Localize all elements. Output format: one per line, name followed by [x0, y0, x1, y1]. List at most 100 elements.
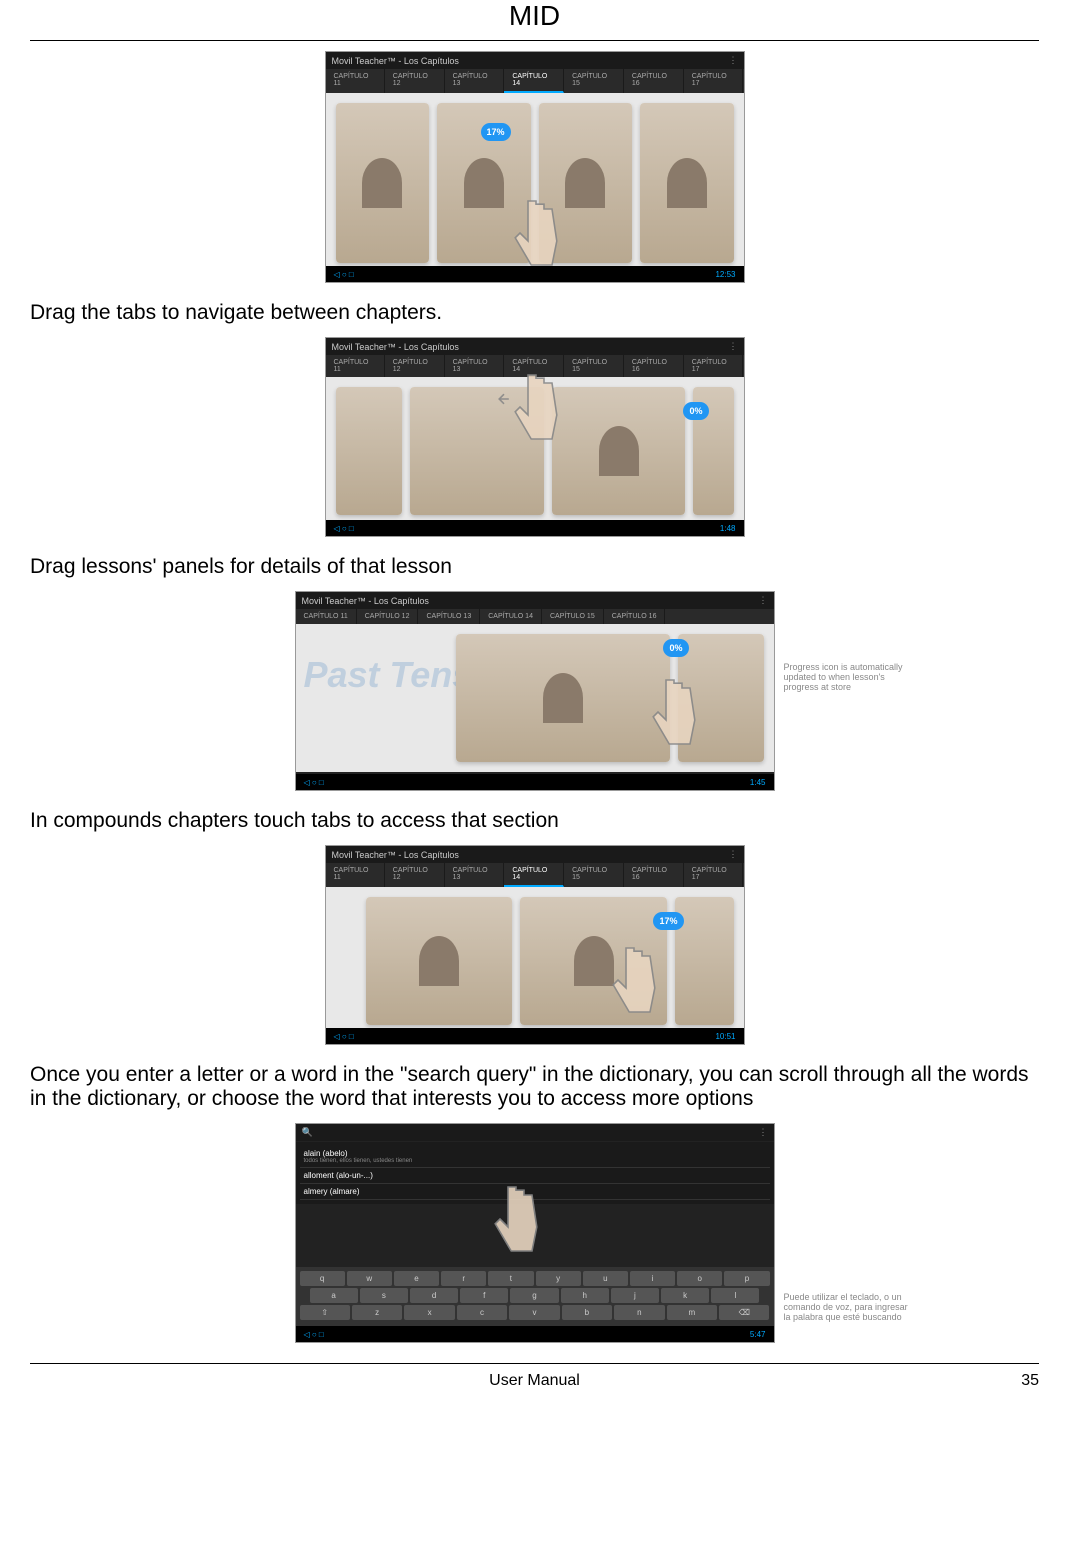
- chapter-tab[interactable]: CAPÍTULO 15: [564, 69, 624, 93]
- kb-key[interactable]: d: [410, 1288, 458, 1303]
- dictionary-item[interactable]: alain (abelo) todos tienen, ellos tienen…: [300, 1146, 770, 1168]
- kb-key[interactable]: b: [562, 1305, 612, 1320]
- chapter-tab[interactable]: CAPÍTULO 16: [624, 355, 684, 377]
- kb-key[interactable]: e: [394, 1271, 439, 1286]
- chapter-tab[interactable]: CAPÍTULO 11: [326, 355, 385, 377]
- android-nav-bar: ◁ ○ □ 10:51: [326, 1028, 744, 1044]
- progress-badge: 0%: [663, 639, 688, 657]
- kb-key[interactable]: a: [310, 1288, 358, 1303]
- android-nav-bar: ◁ ○ □ 5:47: [296, 1326, 774, 1342]
- kb-key[interactable]: m: [667, 1305, 717, 1320]
- lesson-card[interactable]: [336, 103, 430, 263]
- kb-key[interactable]: f: [460, 1288, 508, 1303]
- kb-key[interactable]: c: [457, 1305, 507, 1320]
- lesson-card[interactable]: [675, 897, 734, 1025]
- chapter-tab[interactable]: CAPÍTULO 16: [624, 863, 684, 887]
- nav-icons: ◁ ○ □: [304, 1330, 324, 1339]
- kb-key[interactable]: s: [360, 1288, 408, 1303]
- chapter-tab[interactable]: CAPÍTULO 13: [418, 609, 480, 624]
- kb-backspace-key[interactable]: ⌫: [719, 1305, 769, 1320]
- instruction-text: Once you enter a letter or a word in the…: [30, 1063, 1039, 1111]
- hint-text: Puede utilizar el teclado, o un comando …: [784, 1292, 914, 1322]
- chapter-tab[interactable]: CAPÍTULO 11: [326, 69, 385, 93]
- lesson-cards-area: 0%: [326, 377, 744, 525]
- screenshot-dictionary: 🔍 ⋮ alain (abelo) todos tienen, ellos ti…: [295, 1123, 775, 1343]
- menu-icon: ⋮: [729, 849, 738, 860]
- lesson-detail-area: Past Tense 0%: [296, 624, 774, 772]
- lesson-card[interactable]: [366, 897, 513, 1025]
- kb-key[interactable]: h: [561, 1288, 609, 1303]
- kb-key[interactable]: z: [352, 1305, 402, 1320]
- chapter-tab[interactable]: CAPÍTULO 12: [385, 863, 445, 887]
- chapter-tab[interactable]: CAPÍTULO 14: [480, 609, 542, 624]
- kb-key[interactable]: i: [630, 1271, 675, 1286]
- hint-text: Progress icon is automatically updated t…: [784, 662, 914, 692]
- touch-gesture-icon: [594, 930, 674, 1030]
- chapter-tab[interactable]: CAPÍTULO 17: [684, 355, 744, 377]
- kb-key[interactable]: t: [488, 1271, 533, 1286]
- app-titlebar: Movil Teacher™ - Los Capítulos ⋮: [296, 592, 774, 609]
- chapter-tab[interactable]: CAPÍTULO 12: [385, 69, 445, 93]
- clock: 12:53: [715, 270, 735, 279]
- android-nav-bar: ◁ ○ □ 1:45: [296, 774, 774, 790]
- page-header: MID: [30, 0, 1039, 40]
- chapter-tab[interactable]: CAPÍTULO 15: [564, 863, 624, 887]
- kb-key[interactable]: n: [614, 1305, 664, 1320]
- kb-key[interactable]: y: [536, 1271, 581, 1286]
- page-number: 35: [1021, 1372, 1039, 1390]
- app-titlebar: Movil Teacher™ - Los Capítulos ⋮: [326, 846, 744, 863]
- lesson-cards-area: 17%: [326, 93, 744, 273]
- chapter-tab[interactable]: CAPÍTULO 16: [604, 609, 666, 624]
- screenshot-chapters-1: Movil Teacher™ - Los Capítulos ⋮ CAPÍTUL…: [325, 51, 745, 283]
- kb-shift-key[interactable]: ⇧: [300, 1305, 350, 1320]
- kb-key[interactable]: l: [711, 1288, 759, 1303]
- chapter-tab[interactable]: CAPÍTULO 13: [445, 863, 505, 887]
- clock: 5:47: [750, 1330, 766, 1339]
- app-titlebar: 🔍 ⋮: [296, 1124, 774, 1141]
- chapter-tab[interactable]: CAPÍTULO 16: [624, 69, 684, 93]
- chapter-tab[interactable]: CAPÍTULO 11: [326, 863, 385, 887]
- kb-key[interactable]: q: [300, 1271, 345, 1286]
- android-nav-bar: ◁ ○ □ 1:48: [326, 520, 744, 536]
- chapter-tab[interactable]: CAPÍTULO 17: [684, 69, 744, 93]
- kb-key[interactable]: g: [510, 1288, 558, 1303]
- instruction-text: Drag the tabs to navigate between chapte…: [30, 301, 1039, 325]
- nav-icons: ◁ ○ □: [334, 1032, 354, 1041]
- menu-icon: ⋮: [759, 1127, 768, 1138]
- kb-key[interactable]: x: [404, 1305, 454, 1320]
- kb-key[interactable]: k: [661, 1288, 709, 1303]
- lesson-cards-area: 17%: [326, 887, 744, 1035]
- kb-key[interactable]: j: [611, 1288, 659, 1303]
- kb-key[interactable]: p: [724, 1271, 769, 1286]
- progress-badge: 17%: [653, 912, 683, 930]
- progress-badge: 0%: [683, 402, 708, 420]
- chapter-tab[interactable]: CAPÍTULO 12: [357, 609, 419, 624]
- kb-key[interactable]: v: [509, 1305, 559, 1320]
- lesson-card[interactable]: [640, 103, 734, 263]
- menu-icon: ⋮: [729, 55, 738, 66]
- dict-translation: todos tienen, ellos tienen, ustedes tien…: [304, 1158, 766, 1164]
- instruction-text: In compounds chapters touch tabs to acce…: [30, 809, 1039, 833]
- lesson-card[interactable]: [336, 387, 403, 515]
- kb-key[interactable]: w: [347, 1271, 392, 1286]
- chapter-tab[interactable]: CAPÍTULO 12: [385, 355, 445, 377]
- kb-key[interactable]: u: [583, 1271, 628, 1286]
- chapter-tab[interactable]: CAPÍTULO 14: [504, 69, 564, 93]
- swipe-gesture-icon: [634, 662, 714, 762]
- app-title: Movil Teacher™ - Los Capítulos: [332, 850, 459, 860]
- nav-icons: ◁ ○ □: [334, 270, 354, 279]
- chapter-tabs: CAPÍTULO 11 CAPÍTULO 12 CAPÍTULO 13 CAPÍ…: [296, 609, 774, 624]
- kb-key[interactable]: r: [441, 1271, 486, 1286]
- chapter-tab[interactable]: CAPÍTULO 14: [504, 863, 564, 887]
- scroll-gesture-icon: [476, 1169, 556, 1269]
- kb-key[interactable]: o: [677, 1271, 722, 1286]
- header-divider: [30, 40, 1039, 41]
- clock: 10:51: [715, 1032, 735, 1041]
- chapter-tabs: CAPÍTULO 11 CAPÍTULO 12 CAPÍTULO 13 CAPÍ…: [326, 863, 744, 887]
- chapter-tab[interactable]: CAPÍTULO 15: [542, 609, 604, 624]
- chapter-tab[interactable]: CAPÍTULO 17: [684, 863, 744, 887]
- chapter-tab[interactable]: CAPÍTULO 11: [296, 609, 357, 624]
- chapter-tab[interactable]: CAPÍTULO 13: [445, 69, 505, 93]
- search-field-icon: 🔍: [302, 1127, 313, 1138]
- app-title: Movil Teacher™ - Los Capítulos: [332, 342, 459, 352]
